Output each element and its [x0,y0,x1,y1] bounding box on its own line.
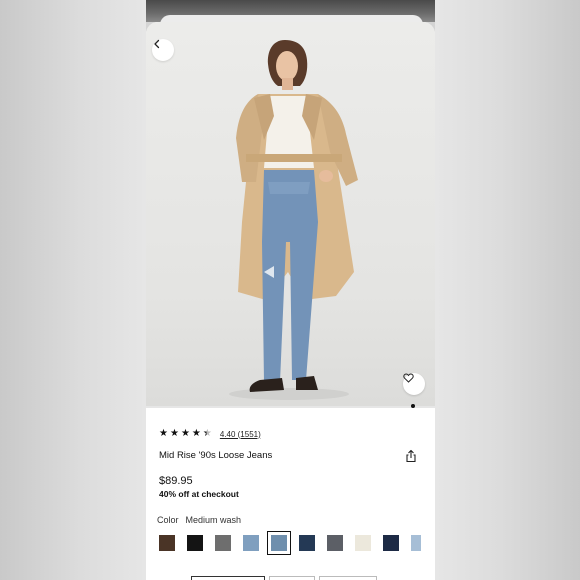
background-right [435,0,580,580]
product-name: Mid Rise '90s Loose Jeans [159,450,273,461]
model-illustration [229,40,358,400]
color-swatch[interactable] [299,535,315,551]
size-tab[interactable] [191,576,265,580]
color-swatch[interactable] [267,531,291,555]
star-icon: ★ [169,428,179,439]
promo-text: 40% off at checkout [159,489,239,499]
color-swatch[interactable] [411,535,421,551]
back-button[interactable] [152,39,174,61]
carousel-track [146,406,435,408]
product-image[interactable] [146,22,435,407]
color-swatch[interactable] [187,535,203,551]
star-icon: ★ [180,428,190,439]
star-icon: ★ [191,428,201,439]
selected-color-name: Medium wash [185,515,242,525]
color-swatch[interactable] [355,535,371,551]
half-star-icon: ★ [202,428,212,439]
color-swatch[interactable] [383,535,399,551]
color-swatches [159,531,433,555]
share-icon [406,449,416,463]
product-price: $89.95 [159,475,193,487]
color-selection: Color Medium wash [157,515,241,525]
background-left [0,0,146,580]
color-swatch[interactable] [215,535,231,551]
color-label: Color [157,515,179,525]
product-sheet: ★ ★ ★ ★ ★ 4.40 (1551) Mid Rise '90s Loos… [146,22,435,580]
rating-link[interactable]: 4.40 (1551) [220,430,261,439]
size-tab[interactable] [319,576,377,580]
favorite-button[interactable] [403,373,425,395]
size-tab[interactable] [269,576,315,580]
rating-row: ★ ★ ★ ★ ★ 4.40 (1551) [159,427,261,441]
chevron-left-icon [154,39,160,49]
heart-icon [403,373,414,383]
color-swatch[interactable] [159,535,175,551]
share-button[interactable] [404,449,418,463]
color-swatch[interactable] [327,535,343,551]
star-icon: ★ [159,428,168,439]
color-swatch[interactable] [243,535,259,551]
carousel-indicator[interactable] [411,404,415,408]
